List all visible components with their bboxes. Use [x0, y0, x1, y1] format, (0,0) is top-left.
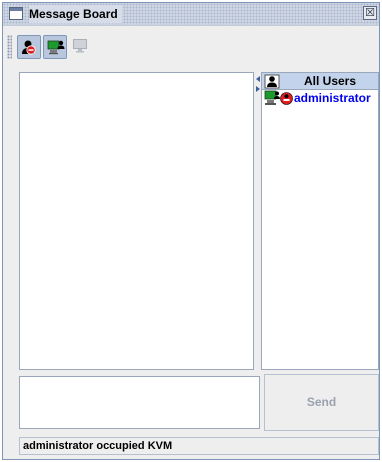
view-user-button[interactable]: [43, 35, 67, 59]
window-icon: [9, 7, 23, 20]
message-input[interactable]: [19, 376, 260, 429]
monitor-icon: [73, 39, 87, 53]
send-button[interactable]: Send: [264, 374, 379, 431]
toolbar-grip[interactable]: [7, 35, 12, 59]
user-list-item[interactable]: administrator: [262, 90, 378, 106]
user-computer-icon: [47, 40, 65, 55]
all-users-label: All Users: [303, 74, 357, 88]
message-history-pane[interactable]: [19, 72, 254, 370]
user-occupied-icon: [280, 92, 293, 105]
toolbar: [3, 26, 379, 68]
status-text: administrator occupied KVM: [23, 440, 173, 452]
collapse-left-arrow-icon[interactable]: [256, 76, 260, 82]
window-title: Message Board: [29, 5, 122, 23]
all-users-header[interactable]: All Users: [262, 73, 378, 90]
status-bar: administrator occupied KVM: [19, 437, 379, 455]
user-name[interactable]: administrator: [294, 90, 371, 106]
title-bar[interactable]: Message Board ☒: [3, 3, 379, 26]
occupy-kvm-button[interactable]: [17, 35, 41, 59]
computer-screen-icon: [264, 90, 280, 105]
collapse-right-arrow-icon[interactable]: [256, 86, 260, 92]
users-pane: All Users administrator: [261, 72, 379, 370]
all-users-icon: [264, 74, 280, 89]
monitor-button[interactable]: [69, 35, 93, 59]
content-area: All Users administrator Send administrat…: [3, 69, 379, 459]
message-board-window: Message Board ☒ All Users administrator …: [2, 2, 380, 460]
user-occupied-icon: [22, 40, 36, 55]
close-button[interactable]: ☒: [363, 6, 377, 20]
